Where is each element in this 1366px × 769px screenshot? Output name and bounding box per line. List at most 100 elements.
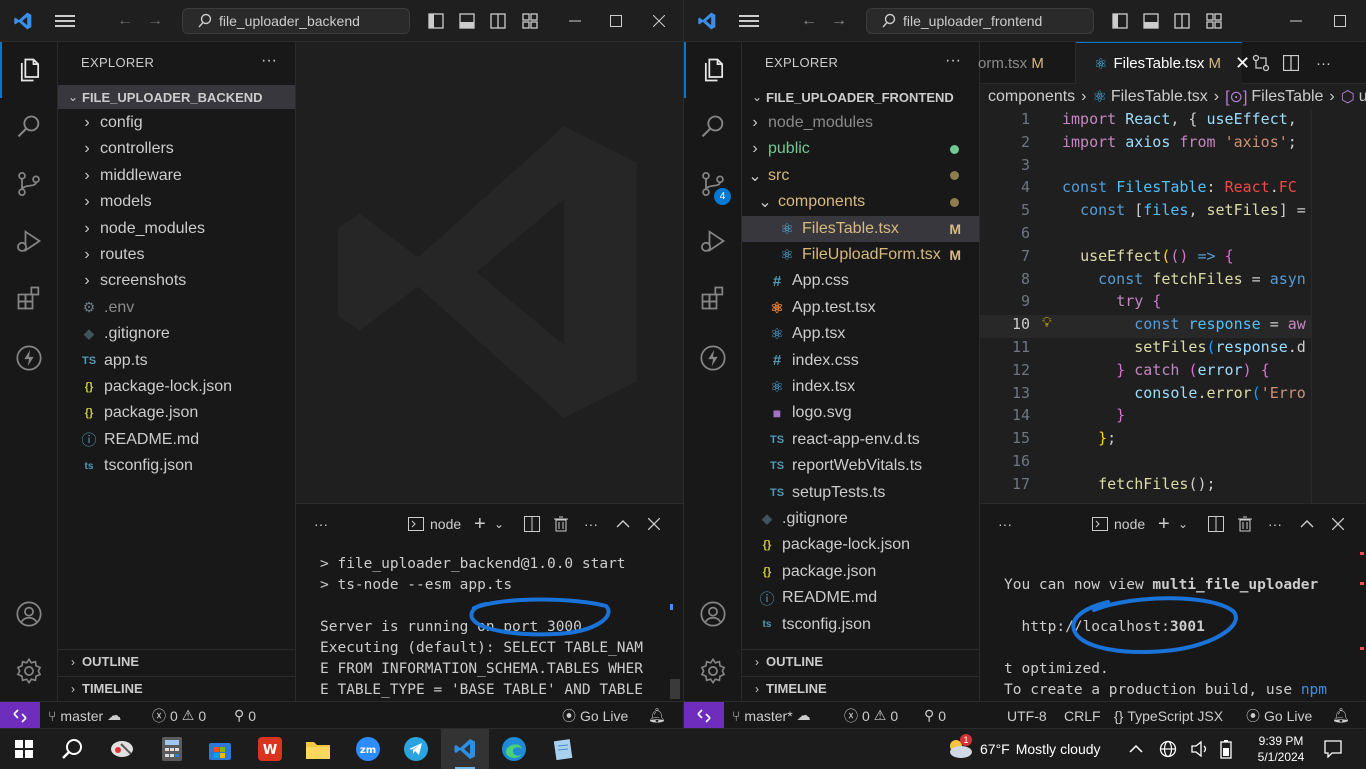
restore-icon[interactable]	[1318, 0, 1362, 42]
notepad-icon[interactable]	[540, 729, 588, 769]
thunder-client-icon[interactable]	[684, 330, 742, 386]
folder-item[interactable]: › controllers	[58, 136, 295, 162]
ports-indicator[interactable]: ⚲ 0	[234, 702, 256, 728]
chevron-down-icon[interactable]: ⌄	[494, 504, 504, 544]
panel-more-icon[interactable]: ···	[314, 504, 328, 544]
telegram-icon[interactable]	[392, 729, 440, 769]
terminal-scrollbar[interactable]	[670, 679, 680, 699]
new-terminal-icon[interactable]: +	[1158, 504, 1170, 544]
volume-icon[interactable]	[1191, 729, 1209, 769]
split-terminal-icon[interactable]	[524, 504, 540, 544]
back-arrow-icon[interactable]: ←	[796, 0, 822, 42]
settings-gear-icon[interactable]	[684, 643, 742, 699]
source-control-icon[interactable]: 4	[684, 156, 742, 212]
more-actions-icon[interactable]: ···	[584, 504, 598, 544]
folder-item[interactable]: › config	[58, 110, 295, 136]
explorer-icon[interactable]	[0, 42, 58, 98]
accounts-icon[interactable]	[684, 586, 742, 642]
file-item[interactable]: {} package.json	[742, 559, 979, 585]
minimize-icon[interactable]	[1276, 0, 1316, 42]
go-live-button[interactable]: ⦿ Go Live	[562, 702, 628, 728]
file-item[interactable]: TS react-app-env.d.ts	[742, 427, 979, 453]
microsoft-store-icon[interactable]	[196, 729, 244, 769]
remote-indicator-icon[interactable]	[0, 702, 40, 728]
tab-files-table[interactable]: ⚛ FilesTable.tsx M ✕	[1076, 42, 1250, 84]
notifications-bell-icon[interactable]: 🔔︎	[1332, 702, 1350, 728]
more-actions-icon[interactable]: ···	[261, 52, 277, 70]
back-arrow-icon[interactable]: ←	[112, 0, 138, 42]
forward-arrow-icon[interactable]: →	[142, 0, 168, 42]
file-item[interactable]: ⓘ README.md	[58, 427, 295, 453]
toggle-sidebar-icon[interactable]	[1108, 0, 1132, 42]
eol-indicator[interactable]: CRLF	[1064, 702, 1101, 728]
network-globe-icon[interactable]	[1159, 729, 1177, 769]
notification-center-icon[interactable]	[1324, 729, 1342, 769]
breadcrumb-item[interactable]: components	[988, 88, 1075, 106]
file-item[interactable]: ■ logo.svg	[742, 400, 979, 426]
file-item[interactable]: TS reportWebVitals.ts	[742, 453, 979, 479]
file-item[interactable]: ts tsconfig.json	[742, 612, 979, 638]
root-folder-header[interactable]: ⌄ FILE_UPLOADER_FRONTEND	[742, 85, 979, 109]
breadcrumb-item[interactable]: FilesTable	[1251, 88, 1323, 106]
lightbulb-icon[interactable]: 💡︎	[1042, 315, 1052, 331]
folder-item[interactable]: ⌄ components	[742, 189, 979, 215]
extensions-icon[interactable]	[684, 270, 742, 326]
file-explorer-icon[interactable]	[294, 729, 342, 769]
file-item[interactable]: ◆ .gitignore	[742, 506, 979, 532]
encoding-indicator[interactable]: UTF-8	[1007, 702, 1047, 728]
outline-section-header[interactable]: › OUTLINE	[742, 649, 979, 673]
more-actions-icon[interactable]: ···	[1268, 504, 1282, 544]
maximize-panel-icon[interactable]	[1300, 504, 1314, 544]
file-item[interactable]: ts tsconfig.json	[58, 453, 295, 479]
command-center-search[interactable]: file_uploader_frontend	[866, 8, 1094, 34]
command-center-search[interactable]: file_uploader_backend	[182, 8, 410, 34]
folder-item[interactable]: › node_modules	[58, 216, 295, 242]
file-item[interactable]: ⓘ README.md	[742, 585, 979, 611]
file-item[interactable]: ⚛ FileUploadForm.tsx M	[742, 242, 979, 268]
thunder-client-icon[interactable]	[0, 330, 58, 386]
remote-indicator-icon[interactable]	[684, 702, 724, 728]
maximize-icon[interactable]	[596, 0, 636, 42]
panel-more-icon[interactable]: ···	[998, 504, 1012, 544]
search-icon[interactable]	[684, 99, 742, 155]
close-panel-icon[interactable]	[1332, 504, 1344, 544]
forward-arrow-icon[interactable]: →	[826, 0, 852, 42]
breadcrumb-item[interactable]: FilesTable.tsx	[1111, 88, 1208, 106]
snipping-tool-icon[interactable]	[98, 729, 146, 769]
calculator-icon[interactable]	[148, 729, 196, 769]
new-terminal-icon[interactable]: +	[474, 504, 486, 544]
folder-item[interactable]: › screenshots	[58, 268, 295, 294]
code-editor[interactable]: 17 fetchFiles(); 16 15 }; 14 } 13 console.er…	[980, 110, 1366, 503]
branch-indicator[interactable]: ⑂ master* ☁	[732, 702, 811, 728]
chevron-down-icon[interactable]: ⌄	[1178, 504, 1188, 544]
clock[interactable]: 9:39 PM 5/1/2024	[1250, 729, 1312, 769]
accounts-icon[interactable]	[0, 586, 58, 642]
file-item[interactable]: ⚛ App.test.tsx	[742, 295, 979, 321]
toggle-panel-icon[interactable]	[455, 0, 479, 42]
search-icon[interactable]	[0, 99, 58, 155]
folder-item[interactable]: › public	[742, 136, 979, 162]
run-debug-icon[interactable]	[0, 213, 58, 269]
file-item[interactable]: TS app.ts	[58, 348, 295, 374]
close-icon[interactable]	[638, 0, 680, 42]
extensions-icon[interactable]	[0, 270, 58, 326]
file-item[interactable]: ⚛ index.tsx	[742, 374, 979, 400]
timeline-section-header[interactable]: › TIMELINE	[58, 676, 295, 700]
go-live-button[interactable]: ⦿ Go Live	[1246, 702, 1312, 728]
kill-terminal-icon[interactable]	[553, 504, 569, 544]
close-tab-icon[interactable]: ✕	[1235, 53, 1250, 74]
run-debug-icon[interactable]	[684, 213, 742, 269]
root-folder-header[interactable]: ⌄ FILE_UPLOADER_BACKEND	[58, 85, 295, 109]
notifications-bell-icon[interactable]: 🔔︎	[648, 702, 666, 728]
wps-office-icon[interactable]: W	[246, 729, 294, 769]
file-item[interactable]: {} package.json	[58, 400, 295, 426]
folder-item[interactable]: › middleware	[58, 163, 295, 189]
timeline-section-header[interactable]: › TIMELINE	[742, 676, 979, 700]
toggle-secondary-sidebar-icon[interactable]	[1170, 0, 1194, 42]
terminal-selector[interactable]: node	[408, 504, 461, 544]
toggle-secondary-sidebar-icon[interactable]	[486, 0, 510, 42]
file-item[interactable]: ⚙ .env	[58, 295, 295, 321]
close-panel-icon[interactable]	[648, 504, 660, 544]
kill-terminal-icon[interactable]	[1237, 504, 1253, 544]
file-item[interactable]: {} package-lock.json	[742, 532, 979, 558]
